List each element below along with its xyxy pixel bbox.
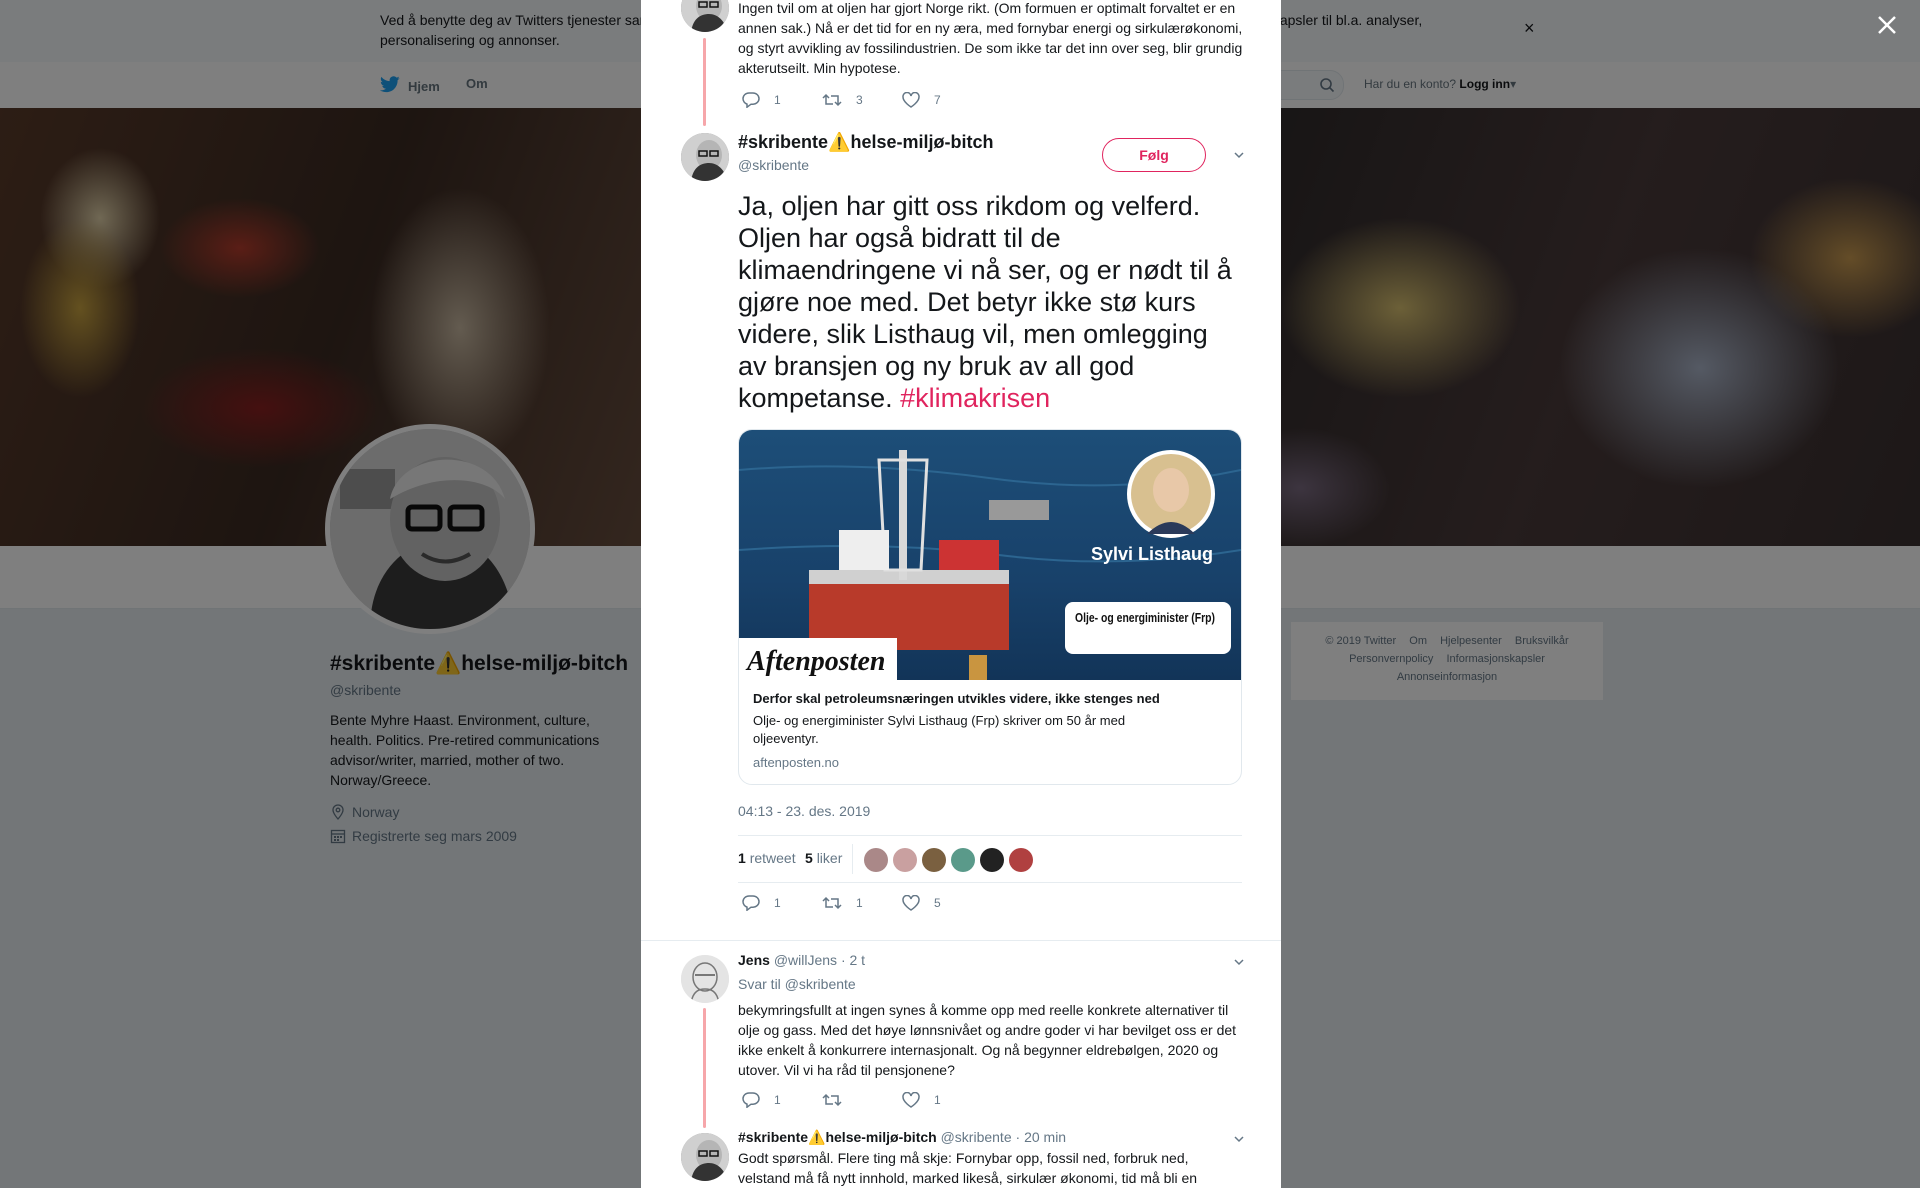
tweet-menu-button[interactable] [1232, 955, 1246, 969]
retweet-button[interactable]: 1 [822, 895, 902, 911]
aftenposten-logo: Aftenposten [745, 646, 885, 677]
avatar[interactable] [681, 133, 729, 181]
reply-button[interactable]: 1 [742, 1092, 822, 1108]
tweet-text: Godt spørsmål. Flere ting må skje: Forny… [738, 1150, 1198, 1186]
tweet-text: Ja, oljen har gitt oss rikdom og velferd… [738, 190, 1243, 414]
reply-time[interactable]: · 2 t [841, 952, 865, 968]
reply-author-handle[interactable]: @willJens [774, 952, 837, 968]
heart-icon [902, 895, 920, 911]
reply-icon [742, 1092, 760, 1108]
reply-count: 1 [774, 1093, 781, 1107]
like-button[interactable]: 7 [902, 92, 982, 108]
like-stat-label: liker [816, 850, 843, 866]
reply-author-name[interactable]: #skribente⚠️helse-miljø-bitch [738, 1129, 937, 1145]
chevron-down-icon [1234, 959, 1244, 966]
reply-button[interactable]: 1 [742, 92, 822, 108]
retweet-icon [822, 1093, 842, 1107]
avatar[interactable] [681, 0, 729, 32]
heart-icon [902, 1092, 920, 1108]
reply-header: #skribente⚠️helse-miljø-bitch @skribente… [738, 1129, 1066, 1146]
reply-to-line: Svar til @skribente [738, 976, 856, 992]
like-stat[interactable]: 5 liker [805, 850, 842, 866]
reply-icon [742, 895, 760, 911]
retweet-icon [822, 896, 842, 910]
thread-line [703, 1008, 706, 1128]
tweet-actions: 1 3 7 [742, 92, 982, 108]
like-count: 7 [934, 93, 941, 107]
reply-to-label: Svar til [738, 976, 781, 992]
retweet-stat[interactable]: 1 retweet [738, 850, 796, 866]
liker-avatar[interactable] [864, 848, 888, 872]
liker-avatar[interactable] [980, 848, 1004, 872]
card-image-name: Sylvi Listhaug [1091, 544, 1213, 564]
close-modal-button[interactable] [1874, 12, 1900, 38]
avatar[interactable] [681, 955, 729, 1003]
stats-divider [852, 844, 853, 874]
tweet-author-name[interactable]: #skribente⚠️helse-miljø-bitch [738, 132, 993, 153]
tweet-timestamp[interactable]: 04:13 - 23. des. 2019 [738, 803, 870, 819]
liker-avatar[interactable] [951, 848, 975, 872]
tweet-actions: 1 1 [742, 1092, 982, 1108]
tweet-author-handle[interactable]: @skribente [738, 157, 809, 173]
link-card[interactable]: Sylvi Listhaug Olje- og energiminister (… [738, 429, 1242, 785]
card-image: Sylvi Listhaug Olje- og energiminister (… [739, 430, 1241, 680]
reply-header: Jens @willJens · 2 t [738, 952, 865, 968]
reply-count: 1 [774, 896, 781, 910]
retweet-button[interactable] [822, 1092, 902, 1108]
liker-avatar[interactable] [1009, 848, 1033, 872]
reply-to-handle[interactable]: @skribente [785, 976, 856, 992]
reply-author-handle[interactable]: @skribente [941, 1129, 1012, 1145]
card-image-role: Olje- og energiminister (Frp) [1075, 610, 1215, 625]
avatar[interactable] [681, 1133, 729, 1181]
tweet-text: bekymringsfullt at ingen synes å komme o… [738, 1002, 1237, 1078]
retweet-count: 3 [856, 93, 863, 107]
chevron-down-icon [1234, 152, 1244, 159]
retweet-icon [822, 93, 842, 107]
retweet-button[interactable]: 3 [822, 92, 902, 108]
card-description: Olje- og energiminister Sylvi Listhaug (… [753, 713, 1126, 746]
reply-author-name[interactable]: Jens [738, 952, 770, 968]
tweet-menu-button[interactable] [1232, 1132, 1246, 1146]
tweet-stats: 1 retweet 5 liker [738, 835, 1242, 883]
reply-time[interactable]: · 20 min [1016, 1129, 1067, 1145]
liker-avatar[interactable] [893, 848, 917, 872]
retweet-count: 1 [856, 896, 863, 910]
tweet-actions: 1 1 5 [742, 895, 982, 911]
liker-avatar[interactable] [922, 848, 946, 872]
card-title: Derfor skal petroleumsnæringen utvikles … [753, 691, 1160, 706]
tweet-permalink-modal: Ingen tvil om at oljen har gjort Norge r… [641, 0, 1281, 1188]
like-count: 1 [934, 1093, 941, 1107]
thread-line [703, 38, 706, 126]
like-count: 5 [934, 896, 941, 910]
tweet-menu-button[interactable] [1232, 148, 1246, 162]
close-icon [1878, 16, 1896, 34]
like-button[interactable]: 5 [902, 895, 982, 911]
heart-icon [902, 92, 920, 108]
retweet-stat-label: retweet [749, 850, 796, 866]
tweet-body: Ja, oljen har gitt oss rikdom og velferd… [738, 191, 1232, 413]
follow-button[interactable]: Følg [1102, 138, 1206, 172]
hashtag-link[interactable]: #klimakrisen [900, 383, 1050, 413]
tweet-text: Ingen tvil om at oljen har gjort Norge r… [738, 0, 1243, 76]
card-domain: aftenposten.no [753, 755, 840, 770]
like-stat-count: 5 [805, 850, 813, 866]
divider [641, 940, 1281, 941]
reply-count: 1 [774, 93, 781, 107]
like-button[interactable]: 1 [902, 1092, 982, 1108]
chevron-down-icon [1234, 1136, 1244, 1143]
retweet-stat-count: 1 [738, 850, 746, 866]
reply-icon [742, 92, 760, 108]
reply-button[interactable]: 1 [742, 895, 822, 911]
